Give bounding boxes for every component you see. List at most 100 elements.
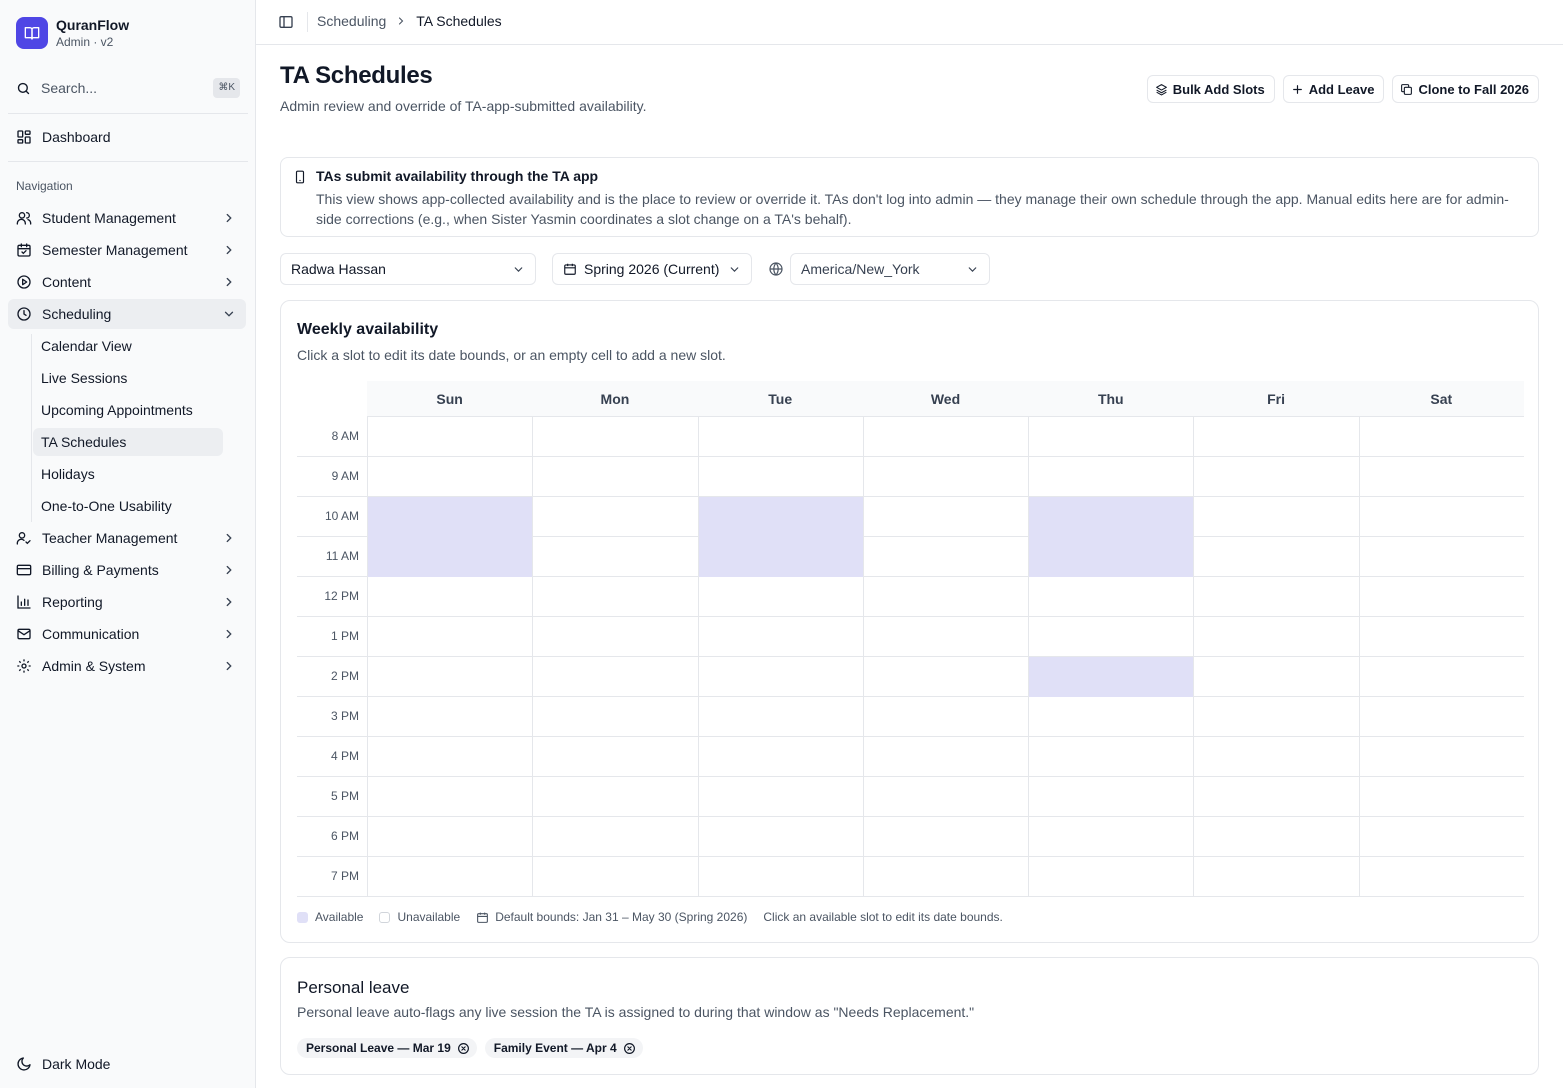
empty-slot[interactable] — [1358, 417, 1524, 457]
empty-slot[interactable] — [367, 697, 532, 737]
empty-slot[interactable] — [1193, 537, 1358, 577]
empty-slot[interactable] — [1028, 697, 1193, 737]
empty-slot[interactable] — [1193, 817, 1358, 857]
close-circle-icon[interactable] — [623, 1042, 636, 1055]
sidebar-item-admin-system[interactable]: Admin & System — [8, 651, 246, 681]
empty-slot[interactable] — [1193, 857, 1358, 897]
empty-slot[interactable] — [697, 697, 863, 737]
sidebar-item-scheduling[interactable]: Scheduling — [8, 299, 246, 329]
sidebar-subitem-calendar-view[interactable]: Calendar View — [33, 332, 223, 360]
empty-slot[interactable] — [1028, 777, 1193, 817]
empty-slot[interactable] — [532, 777, 697, 817]
search-input[interactable]: Search... ⌘K — [8, 74, 248, 102]
empty-slot[interactable] — [862, 657, 1028, 697]
empty-slot[interactable] — [367, 817, 532, 857]
available-slot[interactable] — [697, 497, 863, 537]
empty-slot[interactable] — [862, 737, 1028, 777]
empty-slot[interactable] — [1028, 857, 1193, 897]
empty-slot[interactable] — [532, 417, 697, 457]
empty-slot[interactable] — [862, 857, 1028, 897]
empty-slot[interactable] — [532, 697, 697, 737]
bulk-add-slots-button[interactable]: Bulk Add Slots — [1146, 75, 1275, 103]
brand[interactable]: QuranFlow Admin · v2 — [16, 16, 129, 50]
sidebar-subitem-upcoming-appointments[interactable]: Upcoming Appointments — [33, 396, 223, 424]
empty-slot[interactable] — [1358, 617, 1524, 657]
empty-slot[interactable] — [697, 777, 863, 817]
empty-slot[interactable] — [1358, 777, 1524, 817]
empty-slot[interactable] — [367, 777, 532, 817]
empty-slot[interactable] — [1193, 457, 1358, 497]
leave-chip[interactable]: Personal Leave — Mar 19 — [297, 1038, 477, 1058]
sidebar-toggle-icon[interactable] — [278, 14, 294, 30]
available-slot[interactable] — [1028, 537, 1194, 577]
empty-slot[interactable] — [1193, 737, 1358, 777]
empty-slot[interactable] — [367, 457, 532, 497]
empty-slot[interactable] — [1358, 457, 1524, 497]
available-slot[interactable] — [697, 537, 863, 577]
empty-slot[interactable] — [1028, 417, 1193, 457]
sidebar-subitem-holidays[interactable]: Holidays — [33, 460, 223, 488]
empty-slot[interactable] — [1028, 457, 1193, 497]
empty-slot[interactable] — [697, 577, 863, 617]
breadcrumb-parent[interactable]: Scheduling — [317, 13, 386, 29]
empty-slot[interactable] — [697, 657, 863, 697]
empty-slot[interactable] — [1358, 497, 1524, 537]
empty-slot[interactable] — [532, 497, 697, 537]
dark-mode-toggle[interactable]: Dark Mode — [8, 1050, 246, 1078]
available-slot[interactable] — [1028, 657, 1194, 697]
empty-slot[interactable] — [367, 857, 532, 897]
sidebar-item-communication[interactable]: Communication — [8, 619, 246, 649]
empty-slot[interactable] — [367, 657, 532, 697]
empty-slot[interactable] — [367, 617, 532, 657]
empty-slot[interactable] — [532, 457, 697, 497]
empty-slot[interactable] — [1193, 617, 1358, 657]
empty-slot[interactable] — [367, 417, 532, 457]
clone-semester-button[interactable]: Clone to Fall 2026 — [1392, 75, 1539, 103]
sidebar-subitem-live-sessions[interactable]: Live Sessions — [33, 364, 223, 392]
close-circle-icon[interactable] — [457, 1042, 470, 1055]
empty-slot[interactable] — [532, 737, 697, 777]
empty-slot[interactable] — [1193, 417, 1358, 457]
sidebar-item-dashboard[interactable]: Dashboard — [8, 122, 246, 152]
empty-slot[interactable] — [1193, 577, 1358, 617]
empty-slot[interactable] — [862, 417, 1028, 457]
empty-slot[interactable] — [697, 857, 863, 897]
empty-slot[interactable] — [367, 577, 532, 617]
empty-slot[interactable] — [697, 737, 863, 777]
empty-slot[interactable] — [1358, 817, 1524, 857]
sidebar-item-billing-payments[interactable]: Billing & Payments — [8, 555, 246, 585]
empty-slot[interactable] — [862, 777, 1028, 817]
available-slot[interactable] — [1028, 497, 1194, 537]
sidebar-subitem-one-to-one-usability[interactable]: One-to-One Usability — [33, 492, 223, 520]
leave-chip[interactable]: Family Event — Apr 4 — [484, 1038, 643, 1058]
empty-slot[interactable] — [697, 457, 863, 497]
timezone-select[interactable]: America/New_York — [790, 253, 990, 285]
empty-slot[interactable] — [1193, 697, 1358, 737]
semester-select[interactable]: Spring 2026 (Current) — [552, 253, 752, 285]
empty-slot[interactable] — [532, 817, 697, 857]
empty-slot[interactable] — [532, 577, 697, 617]
sidebar-item-student-management[interactable]: Student Management — [8, 203, 246, 233]
empty-slot[interactable] — [1193, 657, 1358, 697]
empty-slot[interactable] — [1193, 497, 1358, 537]
empty-slot[interactable] — [1028, 737, 1193, 777]
available-slot[interactable] — [367, 497, 533, 537]
empty-slot[interactable] — [862, 697, 1028, 737]
sidebar-item-teacher-management[interactable]: Teacher Management — [8, 523, 246, 553]
empty-slot[interactable] — [532, 537, 697, 577]
empty-slot[interactable] — [862, 577, 1028, 617]
empty-slot[interactable] — [1358, 577, 1524, 617]
empty-slot[interactable] — [532, 657, 697, 697]
empty-slot[interactable] — [1028, 617, 1193, 657]
sidebar-item-semester-management[interactable]: Semester Management — [8, 235, 246, 265]
ta-select[interactable]: Radwa Hassan — [280, 253, 536, 285]
sidebar-item-reporting[interactable]: Reporting — [8, 587, 246, 617]
empty-slot[interactable] — [1358, 697, 1524, 737]
empty-slot[interactable] — [862, 457, 1028, 497]
empty-slot[interactable] — [1028, 577, 1193, 617]
empty-slot[interactable] — [1358, 537, 1524, 577]
empty-slot[interactable] — [1358, 657, 1524, 697]
empty-slot[interactable] — [532, 857, 697, 897]
sidebar-subitem-ta-schedules[interactable]: TA Schedules — [33, 428, 223, 456]
add-leave-button[interactable]: Add Leave — [1282, 75, 1385, 103]
